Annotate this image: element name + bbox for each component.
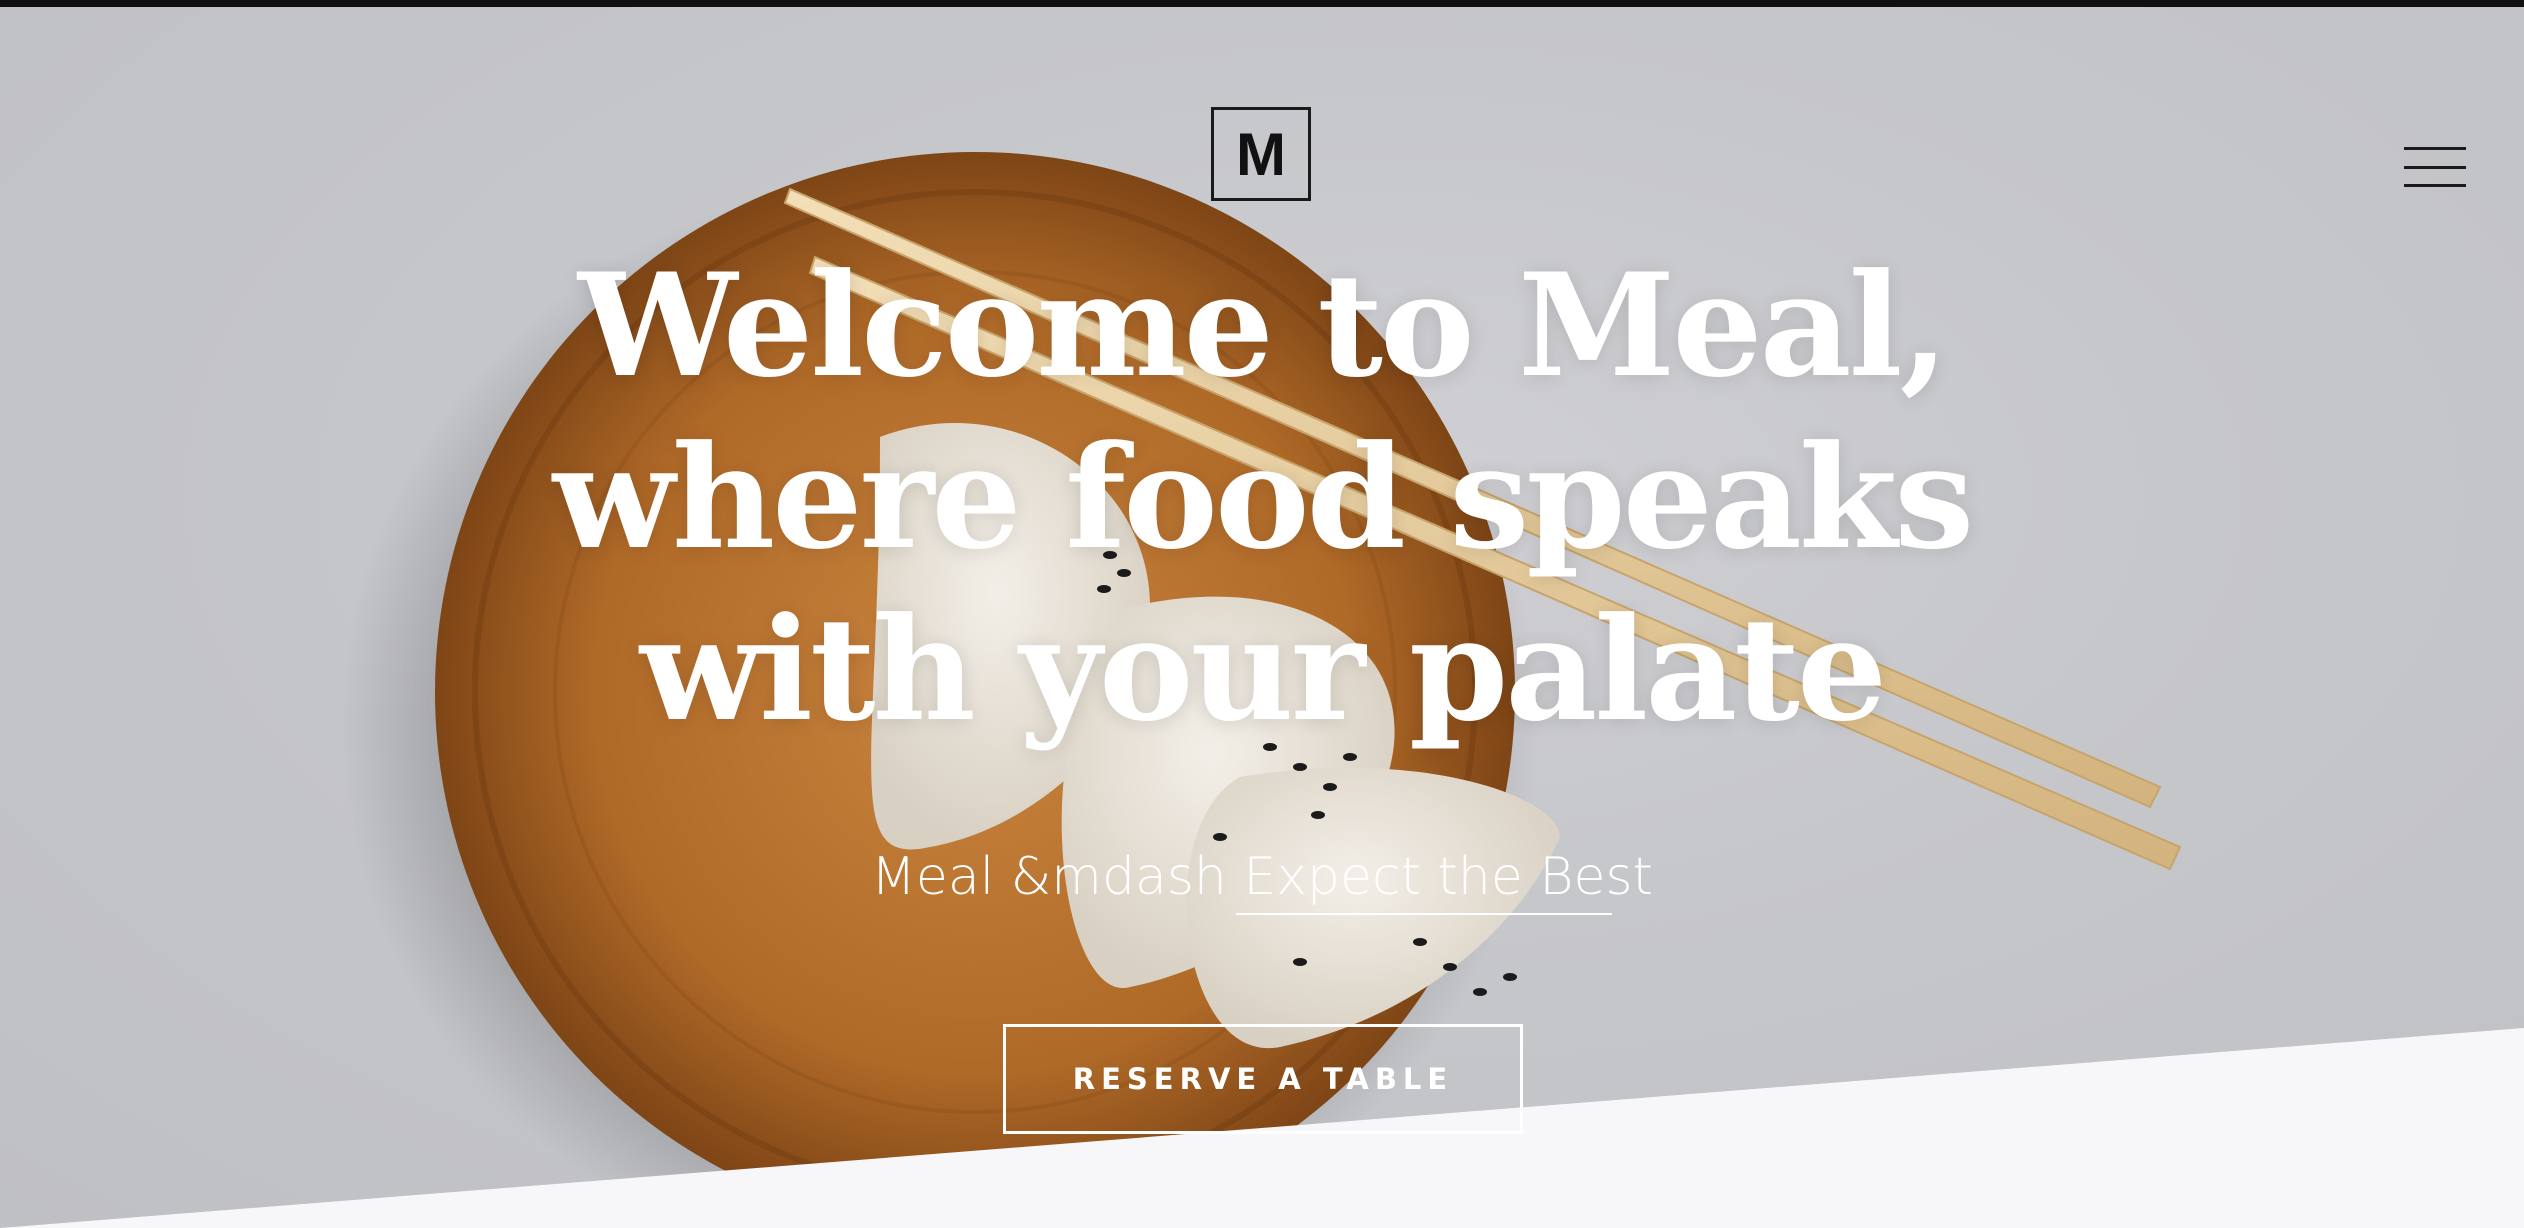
hero-section: M Welcome to Meal, where food speaks wit… (0, 7, 2524, 1228)
hamburger-icon-line (2404, 165, 2466, 169)
hamburger-menu-button[interactable] (2404, 147, 2466, 187)
hamburger-icon-line (2404, 184, 2466, 187)
hamburger-icon (2404, 147, 2466, 150)
hero-headline: Welcome to Meal, where food speaks with … (552, 243, 1975, 753)
top-bar (0, 0, 2524, 7)
site-logo[interactable]: M (1211, 107, 1311, 201)
reserve-table-button[interactable]: RESERVE A TABLE (1003, 1024, 1523, 1134)
tagline-underline (1236, 913, 1612, 915)
hero-tagline: Meal &mdash Expect the Best (871, 847, 1653, 907)
